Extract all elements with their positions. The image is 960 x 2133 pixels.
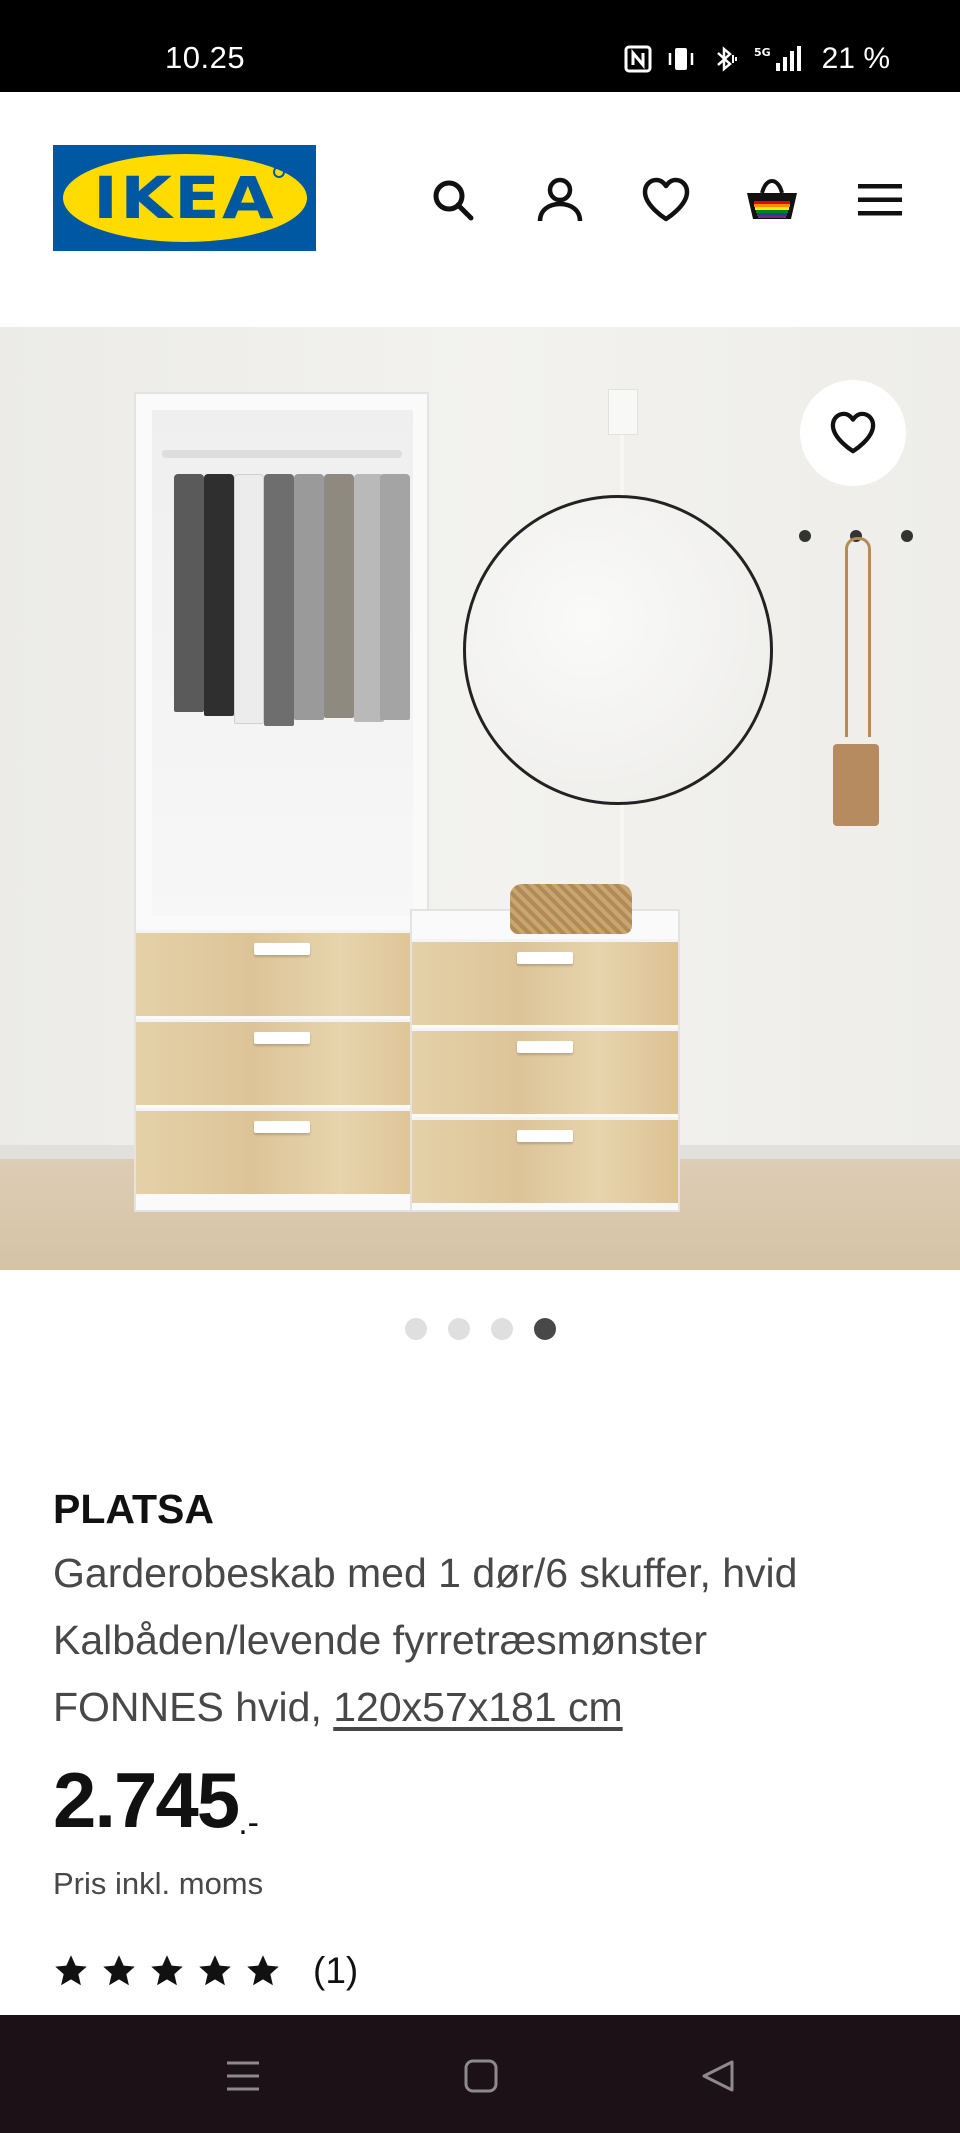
drawer-chest	[410, 909, 680, 1212]
woven-basket	[510, 884, 632, 934]
product-image[interactable]	[0, 327, 960, 1270]
status-icons: 5G 21 %	[624, 42, 890, 76]
carousel-dot[interactable]	[404, 1318, 427, 1340]
svg-text:5G: 5G	[754, 46, 771, 59]
drawer	[412, 939, 678, 1025]
price-note: Pris inkl. moms	[53, 1866, 264, 1901]
heart-icon[interactable]	[638, 172, 694, 228]
clothes-rail	[162, 450, 402, 458]
star-icon	[245, 1953, 281, 1989]
back-icon	[702, 2060, 734, 2092]
price-suffix: .-	[238, 1804, 259, 1842]
garment	[204, 474, 234, 716]
home-button[interactable]	[456, 2051, 506, 2101]
heart-icon	[830, 411, 876, 454]
drawer	[412, 1117, 678, 1203]
description-prefix: FONNES hvid,	[53, 1684, 334, 1730]
ikea-logo[interactable]: IKEA	[53, 145, 316, 251]
carousel-indicator	[0, 1318, 960, 1340]
drawer-handle	[253, 1121, 310, 1133]
garment	[264, 474, 294, 726]
bag-strap	[845, 537, 871, 737]
drawer-handle	[517, 1130, 573, 1142]
system-navigation-bar	[0, 2015, 960, 2133]
logo-text: IKEA	[93, 164, 276, 232]
product-price: 2.745 .-	[53, 1758, 259, 1842]
carousel-dot[interactable]	[447, 1318, 470, 1340]
vibrate-icon	[668, 48, 693, 70]
back-button[interactable]	[693, 2051, 743, 2101]
wall-lamp	[608, 389, 638, 435]
description-line: FONNES hvid, 120x57x181 cm	[53, 1674, 913, 1741]
bluetooth-icon	[716, 46, 737, 72]
garment	[324, 474, 354, 718]
description-line: Garderobeskab med 1 dør/6 skuffer, hvid	[53, 1550, 798, 1596]
nfc-icon	[624, 45, 652, 73]
recents-icon	[227, 2061, 259, 2091]
wall-peg	[901, 530, 913, 542]
logo-oval: IKEA	[62, 154, 307, 242]
status-time: 10.25	[165, 40, 246, 75]
drawer-handle	[517, 1041, 573, 1053]
search-icon[interactable]	[425, 172, 481, 228]
product-rating[interactable]: (1)	[53, 1950, 358, 1992]
product-name: PLATSA	[53, 1486, 214, 1532]
drawer-handle	[517, 952, 573, 964]
drawer	[136, 1108, 427, 1194]
profile-icon[interactable]	[532, 172, 588, 228]
garment	[174, 474, 204, 712]
battery-level: 21 %	[821, 42, 890, 75]
garment	[234, 474, 264, 724]
drawer-handle	[253, 1032, 310, 1044]
drawer-handle	[253, 943, 310, 955]
drawer	[136, 930, 427, 1016]
add-to-favourites-button[interactable]	[800, 380, 906, 486]
star-icon	[197, 1953, 233, 1989]
site-header: IKEA	[0, 92, 960, 327]
star-icon	[53, 1953, 89, 1989]
home-icon	[464, 2059, 498, 2093]
wall-peg	[799, 530, 811, 542]
dimensions-link[interactable]: 120x57x181 cm	[333, 1684, 622, 1730]
product-description: Garderobeskab med 1 dør/6 skuffer, hvid …	[53, 1540, 913, 1741]
hanging-pouch	[833, 744, 879, 826]
registered-mark	[272, 166, 285, 178]
wardrobe-frame	[134, 392, 429, 1212]
signal-icon: 5G	[754, 46, 801, 71]
basket-icon[interactable]	[744, 172, 800, 228]
price-integer: 2.745	[53, 1756, 240, 1844]
carousel-dot-active[interactable]	[533, 1318, 556, 1340]
description-line: Kalbåden/levende fyrretræsmønster	[53, 1617, 708, 1663]
drawer	[412, 1028, 678, 1114]
recent-apps-button[interactable]	[218, 2051, 268, 2101]
rating-count: (1)	[313, 1950, 359, 1991]
carousel-dot[interactable]	[490, 1318, 513, 1340]
menu-icon[interactable]	[852, 172, 908, 228]
star-icon	[101, 1953, 137, 1989]
star-icon	[149, 1953, 185, 1989]
drawer	[136, 1019, 427, 1105]
garment	[294, 474, 324, 720]
round-mirror	[463, 495, 773, 805]
wardrobe-open-section	[152, 410, 413, 916]
status-bar: 10.25 5G 21 %	[0, 0, 960, 92]
garment	[380, 474, 410, 720]
